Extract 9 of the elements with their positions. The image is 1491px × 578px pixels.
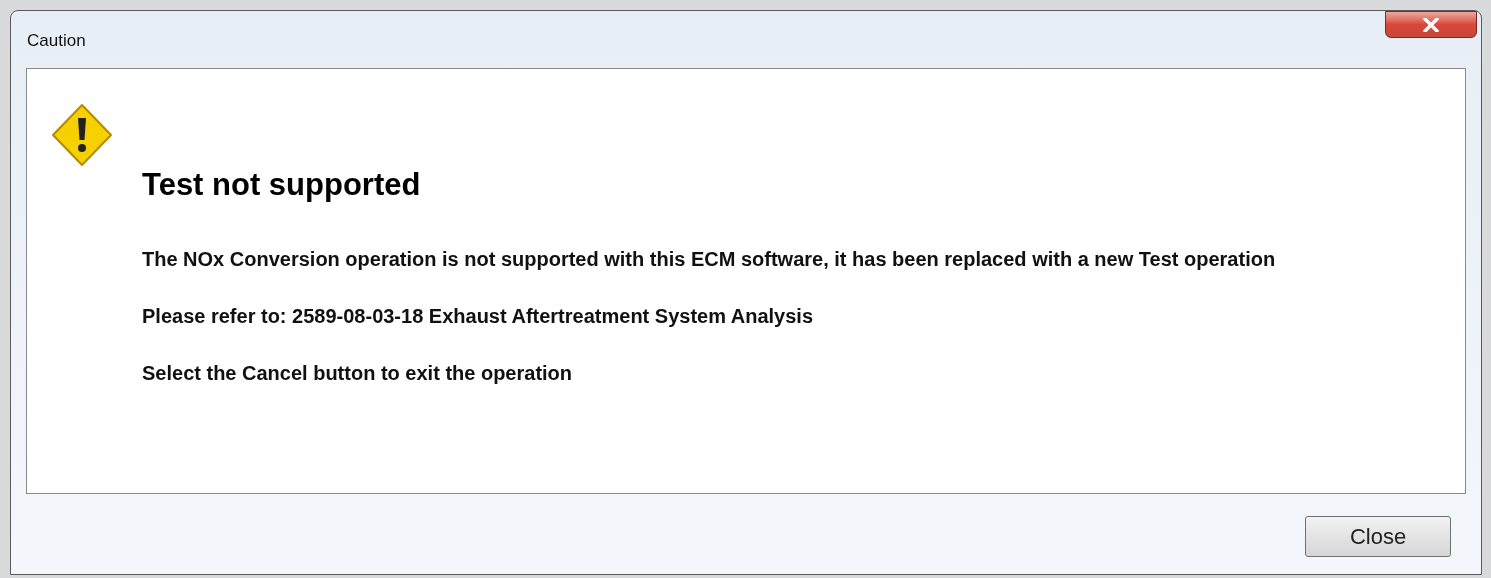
message-heading: Test not supported xyxy=(142,169,422,200)
message-text: Select the Cancel button to exit the operation xyxy=(142,361,574,386)
dialog-button[interactable]: Close xyxy=(1305,515,1451,557)
warning-icon xyxy=(49,102,115,168)
message-text: Please refer to: 2589-08-03-18 Exhaust Aftertreatment System Analysis xyxy=(142,304,815,329)
close-button[interactable] xyxy=(1385,11,1477,38)
window-title: Caution xyxy=(27,30,86,52)
message-text: The NOx Conversion operation is not supported with this ECM software, it has been replaced with a new Test operation xyxy=(142,247,1277,272)
close-icon xyxy=(1423,17,1439,32)
